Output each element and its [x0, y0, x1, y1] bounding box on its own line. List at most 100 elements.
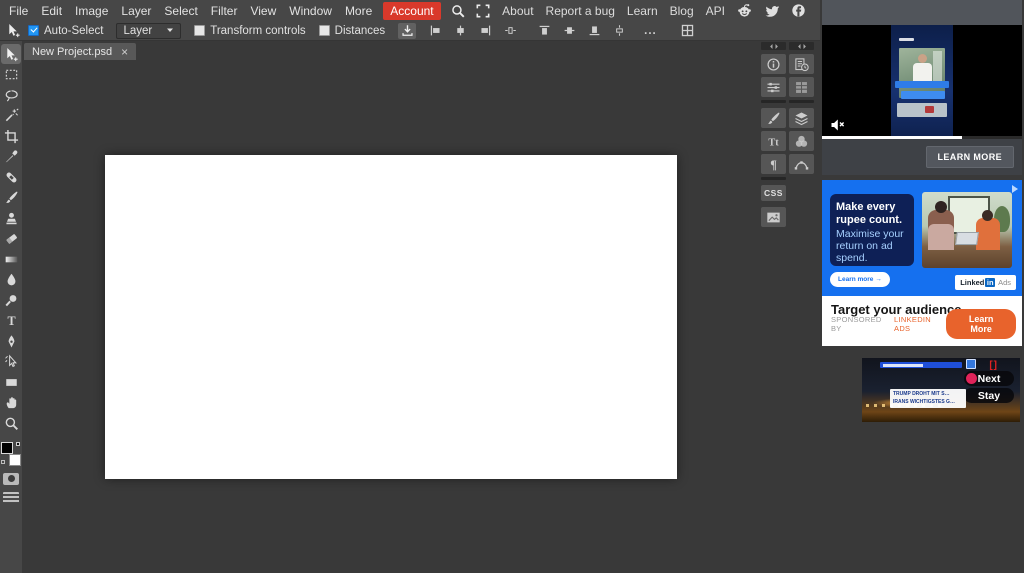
distances-checkbox[interactable]	[318, 25, 330, 36]
close-icon[interactable]: ×	[121, 46, 128, 58]
align-center-h-icon[interactable]	[451, 23, 469, 39]
svg-text:T: T	[7, 314, 15, 328]
image-panel-button[interactable]	[761, 207, 786, 227]
account-button[interactable]: Account	[383, 1, 441, 20]
menu-item-image[interactable]: Image	[74, 4, 109, 18]
menu-item-window[interactable]: Window	[288, 4, 333, 18]
menu-item-edit[interactable]: Edit	[40, 4, 63, 18]
menu-item-select[interactable]: Select	[163, 4, 198, 18]
panel-grid-panel-button[interactable]	[789, 77, 814, 97]
text-tool[interactable]: T	[1, 311, 21, 331]
video-ad[interactable]: LEARN MORE	[822, 0, 1022, 175]
news-ticker-bar	[880, 362, 962, 368]
corner-brackets-icon: []	[989, 360, 998, 371]
arrange-windows-icon[interactable]	[679, 23, 697, 39]
quick-mask-button[interactable]	[3, 472, 19, 485]
align-right-icon[interactable]	[476, 23, 494, 39]
copy-merged-button[interactable]	[398, 22, 417, 39]
clone-tool[interactable]	[1, 208, 21, 228]
transform-controls-checkbox[interactable]	[194, 25, 206, 36]
distribute-h-icon[interactable]	[501, 23, 519, 39]
zoom-tool[interactable]	[1, 413, 21, 433]
align-bottom-icon[interactable]	[585, 23, 603, 39]
collapse-panel-icon[interactable]	[761, 42, 786, 50]
menu-item-filter[interactable]: Filter	[210, 4, 239, 18]
fullscreen-icon[interactable]	[475, 3, 491, 19]
adchoices-icon[interactable]	[1010, 181, 1020, 193]
foreground-color-swatch[interactable]	[1, 441, 13, 454]
collapse-panel-icon[interactable]	[789, 42, 814, 50]
history-panel-button[interactable]	[789, 54, 814, 74]
align-left-icon[interactable]	[426, 23, 444, 39]
linkedin-ad-creative[interactable]: Make every rupee count. Maximise your re…	[822, 180, 1022, 296]
align-top-icon[interactable]	[535, 23, 553, 39]
gradient-tool[interactable]	[1, 249, 21, 269]
sponsor-name[interactable]: LINKEDIN ADS	[894, 315, 946, 333]
eyedropper-tool[interactable]	[1, 147, 21, 167]
learn-more-orange-button[interactable]: Learn More	[946, 309, 1016, 339]
pen-tool[interactable]	[1, 331, 21, 351]
search-icon[interactable]	[450, 3, 466, 19]
paragraph-panel-button[interactable]: ¶	[761, 154, 786, 174]
twitter-icon[interactable]	[764, 3, 779, 18]
shape-tool[interactable]	[1, 372, 21, 392]
info-panel-button[interactable]	[761, 54, 786, 74]
default-colors-icon[interactable]	[16, 441, 20, 446]
menu-link-learn[interactable]: Learn	[627, 4, 658, 18]
menu-link-about[interactable]: About	[502, 4, 533, 18]
menu-item-view[interactable]: View	[249, 4, 277, 18]
facebook-icon[interactable]	[791, 3, 806, 18]
eraser-tool[interactable]	[1, 229, 21, 249]
more-align-options[interactable]: ...	[644, 25, 657, 37]
layers-panel-button[interactable]	[789, 108, 814, 128]
learn-more-pill[interactable]: Learn more →	[830, 272, 890, 287]
align-middle-icon[interactable]	[560, 23, 578, 39]
move-tool[interactable]	[1, 44, 21, 64]
dodge-tool[interactable]	[1, 290, 21, 310]
auto-select-checkbox[interactable]	[28, 25, 39, 36]
background-color-swatch[interactable]	[9, 453, 21, 466]
next-button[interactable]: Next	[964, 371, 1014, 386]
css-panel-button[interactable]: CSS	[761, 185, 786, 201]
svg-text:¶: ¶	[770, 157, 777, 171]
path-select-tool[interactable]	[1, 352, 21, 372]
swatches-panel-button[interactable]	[789, 131, 814, 151]
auto-select-checkbox-wrap[interactable]: Auto-Select	[28, 25, 103, 37]
swap-colors-icon[interactable]	[1, 459, 5, 464]
adjust-panel-button[interactable]	[761, 77, 786, 97]
transform-controls-checkbox-wrap[interactable]: Transform controls	[194, 25, 306, 37]
marquee-tool[interactable]	[1, 65, 21, 85]
color-swatches[interactable]	[1, 441, 21, 466]
stay-button[interactable]: Stay	[964, 388, 1014, 403]
hand-tool[interactable]	[1, 393, 21, 413]
menu-link-blog[interactable]: Blog	[670, 4, 694, 18]
news-video-ad[interactable]: [] Next Stay TRUMP DROHT MIT S… IRANS WI…	[862, 358, 1020, 422]
tab-title: New Project.psd	[32, 45, 113, 58]
lasso-tool[interactable]	[1, 85, 21, 105]
canvas[interactable]	[105, 155, 677, 479]
linkedin-ad[interactable]: Make every rupee count. Maximise your re…	[822, 180, 1022, 346]
learn-more-button[interactable]: LEARN MORE	[925, 146, 1014, 168]
muted-speaker-icon[interactable]	[830, 118, 846, 132]
screen-mode-button[interactable]	[3, 491, 19, 503]
video-ad-player[interactable]	[822, 25, 1022, 136]
reddit-icon[interactable]	[737, 3, 752, 18]
character-panel-button[interactable]: Tt	[761, 131, 786, 151]
menu-links: About Report a bug Learn Blog API	[502, 4, 725, 18]
blur-tool[interactable]	[1, 270, 21, 290]
wand-tool[interactable]	[1, 106, 21, 126]
heal-tool[interactable]	[1, 167, 21, 187]
distribute-v-icon[interactable]	[610, 23, 628, 39]
menu-item-file[interactable]: File	[8, 4, 29, 18]
menu-link-api[interactable]: API	[706, 4, 725, 18]
menu-item-layer[interactable]: Layer	[120, 4, 152, 18]
brush-panel-button[interactable]	[761, 108, 786, 128]
menu-link-report-a-bug[interactable]: Report a bug	[546, 4, 615, 18]
document-tab[interactable]: New Project.psd ×	[24, 43, 137, 60]
curve-panel-button[interactable]	[789, 154, 814, 174]
auto-select-target-dropdown[interactable]: Layer	[116, 22, 182, 39]
menu-item-more[interactable]: More	[344, 4, 373, 18]
distances-checkbox-wrap[interactable]: Distances	[318, 25, 385, 37]
crop-tool[interactable]	[1, 126, 21, 146]
brush-tool[interactable]	[1, 188, 21, 208]
